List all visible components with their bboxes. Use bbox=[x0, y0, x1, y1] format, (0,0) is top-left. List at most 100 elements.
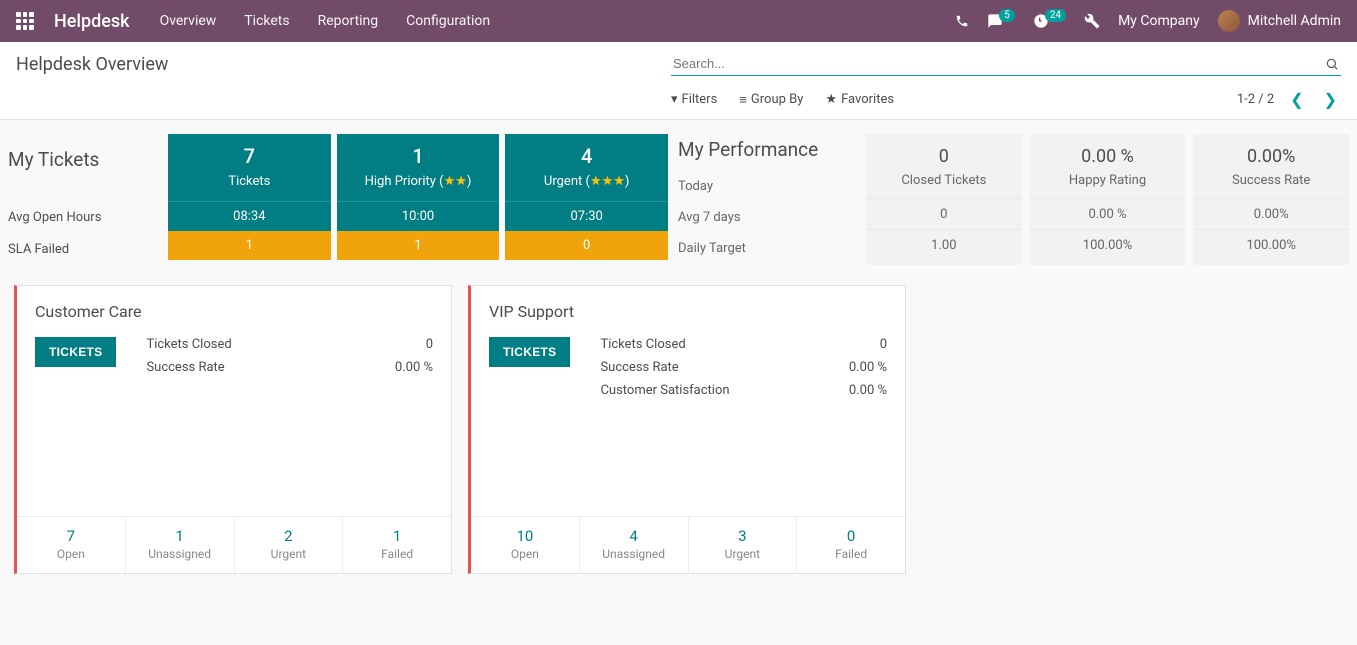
menu-overview[interactable]: Overview bbox=[160, 13, 217, 29]
kcard-body: VIP SupportTICKETSTickets Closed0Success… bbox=[471, 286, 905, 516]
search-icon[interactable] bbox=[1325, 57, 1339, 71]
chat-badge: 5 bbox=[999, 9, 1015, 22]
kstat-value: 0.00 % bbox=[395, 360, 433, 375]
perf-col-2[interactable]: 0.00%Success Rate0.00%100.00% bbox=[1193, 134, 1349, 265]
funnel-icon: ▾ bbox=[671, 92, 678, 107]
user-name: Mitchell Admin bbox=[1248, 13, 1341, 29]
kfoot-cell[interactable]: 2Urgent bbox=[235, 517, 344, 573]
groupby-button[interactable]: ≡ Group By bbox=[739, 92, 803, 108]
kcard-title: Customer Care bbox=[35, 302, 433, 321]
kstat-line: Success Rate0.00 % bbox=[600, 360, 887, 375]
perf-col-0[interactable]: 0Closed Tickets01.00 bbox=[866, 134, 1022, 265]
mytickets-labels: My Tickets Avg Open Hours SLA Failed bbox=[8, 134, 168, 265]
perf-col-1[interactable]: 0.00 %Happy Rating0.00 %100.00% bbox=[1030, 134, 1186, 265]
kstat-label: Tickets Closed bbox=[146, 337, 231, 352]
perf-cols: 0Closed Tickets01.000.00 %Happy Rating0.… bbox=[866, 134, 1349, 265]
perf-target: 1.00 bbox=[866, 229, 1022, 260]
perf-head: 0.00 %Happy Rating bbox=[1030, 134, 1186, 198]
kfoot-cell[interactable]: 1 Unassigned bbox=[126, 517, 235, 573]
stat-head: 1 High Priority (★★) bbox=[337, 134, 500, 201]
stat-label: High Priority (★★) bbox=[341, 174, 496, 189]
kfoot-label: Unassigned bbox=[130, 547, 230, 561]
perf-num: 0.00% bbox=[1197, 146, 1345, 167]
stat-num: 4 bbox=[509, 144, 664, 168]
activity-badge: 24 bbox=[1045, 9, 1066, 22]
phone-icon[interactable] bbox=[955, 14, 969, 28]
perf-target: 100.00% bbox=[1193, 229, 1349, 260]
chat-icon[interactable]: 5 bbox=[987, 13, 1015, 29]
kfoot-cell[interactable]: 0Failed bbox=[797, 517, 905, 573]
kcard-mid: TICKETS Tickets Closed0Success Rate0.00 % bbox=[35, 337, 433, 383]
filters-button[interactable]: ▾ Filters bbox=[671, 92, 717, 107]
stat-num: 1 bbox=[341, 144, 496, 168]
pager-next[interactable]: ❯ bbox=[1320, 90, 1341, 109]
activity-icon[interactable]: 24 bbox=[1033, 13, 1066, 29]
filter-group: ▾ Filters ≡ Group By ★ Favorites 1-2 / 2… bbox=[671, 90, 1341, 109]
search-input[interactable] bbox=[673, 56, 1325, 71]
apps-icon[interactable] bbox=[16, 12, 34, 30]
row-sla-label: SLA Failed bbox=[8, 233, 168, 265]
kstats: Tickets Closed0Success Rate0.00 %Custome… bbox=[600, 337, 887, 406]
perf-row-avg7: Avg 7 days bbox=[678, 202, 858, 233]
perf-block: My Performance Today Avg 7 days Daily Ta… bbox=[678, 134, 1349, 265]
kfoot-num: 1 bbox=[347, 527, 447, 545]
perf-labels: My Performance Today Avg 7 days Daily Ta… bbox=[678, 134, 858, 265]
perf-row-today: Today bbox=[678, 171, 858, 202]
stat-col-2[interactable]: 4Urgent (★★★)07:300 bbox=[505, 134, 668, 265]
brand[interactable]: Helpdesk bbox=[54, 11, 130, 32]
stat-label: Tickets bbox=[172, 174, 327, 189]
kanban-card-0[interactable]: Customer Care TICKETS Tickets Closed0Succe… bbox=[14, 285, 452, 574]
kfoot-num: 7 bbox=[21, 527, 121, 545]
kcard-body: Customer Care TICKETS Tickets Closed0Succe… bbox=[17, 286, 451, 516]
kstat-value: 0 bbox=[880, 337, 887, 352]
menu-reporting[interactable]: Reporting bbox=[318, 13, 379, 29]
menu-configuration[interactable]: Configuration bbox=[406, 13, 490, 29]
kcard-mid: TICKETSTickets Closed0Success Rate0.00 %… bbox=[489, 337, 887, 406]
page-title: Helpdesk Overview bbox=[16, 54, 168, 75]
kfoot-num: 0 bbox=[801, 527, 901, 545]
kstats: Tickets Closed0Success Rate0.00 % bbox=[146, 337, 433, 383]
kfoot-cell[interactable]: 1 Failed bbox=[343, 517, 451, 573]
kfoot-label: Open bbox=[475, 547, 575, 561]
stat-sla: 1 bbox=[337, 231, 500, 260]
pager: 1-2 / 2 ❮ ❯ bbox=[1237, 90, 1341, 109]
kcard-title: VIP Support bbox=[489, 302, 887, 321]
kstat-label: Customer Satisfaction bbox=[600, 383, 729, 398]
tools-icon[interactable] bbox=[1084, 13, 1100, 29]
tickets-button[interactable]: TICKETS bbox=[489, 337, 570, 367]
kfoot-cell[interactable]: 3Urgent bbox=[689, 517, 798, 573]
kfoot-cell[interactable]: 7 Open bbox=[17, 517, 126, 573]
perf-label: Success Rate bbox=[1197, 173, 1345, 188]
kcard-footer: 10Open4Unassigned3Urgent0Failed bbox=[471, 516, 905, 573]
kfoot-num: 1 bbox=[130, 527, 230, 545]
kfoot-label: Failed bbox=[347, 547, 447, 561]
search-wrap[interactable] bbox=[671, 52, 1341, 76]
kfoot-label: Urgent bbox=[693, 547, 793, 561]
kstat-line: Success Rate0.00 % bbox=[146, 360, 433, 375]
kfoot-num: 4 bbox=[584, 527, 684, 545]
pager-text: 1-2 / 2 bbox=[1237, 92, 1274, 107]
kfoot-cell[interactable]: 10Open bbox=[471, 517, 580, 573]
mytickets-block: My Tickets Avg Open Hours SLA Failed 7 Ti… bbox=[8, 134, 668, 265]
kfoot-cell[interactable]: 4Unassigned bbox=[580, 517, 689, 573]
kfoot-label: Open bbox=[21, 547, 121, 561]
kcard-footer: 7Open1Unassigned2Urgent1Failed bbox=[17, 516, 451, 573]
pager-prev[interactable]: ❮ bbox=[1286, 90, 1307, 109]
kstat-value: 0.00 % bbox=[849, 383, 887, 398]
menu-tickets[interactable]: Tickets bbox=[244, 13, 289, 29]
stat-num: 7 bbox=[172, 144, 327, 168]
user-menu[interactable]: Mitchell Admin bbox=[1218, 10, 1341, 32]
stat-col-0[interactable]: 7Tickets08:341 bbox=[168, 134, 331, 265]
company-name[interactable]: My Company bbox=[1118, 13, 1200, 29]
kstat-value: 0.00 % bbox=[849, 360, 887, 375]
kstat-line: Customer Satisfaction 0.00 % bbox=[600, 383, 887, 398]
nav-menu: Overview Tickets Reporting Configuration bbox=[160, 13, 491, 29]
perf-num: 0 bbox=[870, 146, 1018, 167]
perf-target: 100.00% bbox=[1030, 229, 1186, 260]
favorites-button[interactable]: ★ Favorites bbox=[825, 92, 894, 107]
tickets-button[interactable]: TICKETS bbox=[35, 337, 116, 367]
stat-col-1[interactable]: 1High Priority (★★)10:001 bbox=[337, 134, 500, 265]
nav-right: 5 24 My Company Mitchell Admin bbox=[955, 10, 1341, 32]
top-row: My Tickets Avg Open Hours SLA Failed 7 Ti… bbox=[8, 134, 1349, 265]
kanban-card-1[interactable]: VIP SupportTICKETSTickets Closed0Success… bbox=[468, 285, 906, 574]
